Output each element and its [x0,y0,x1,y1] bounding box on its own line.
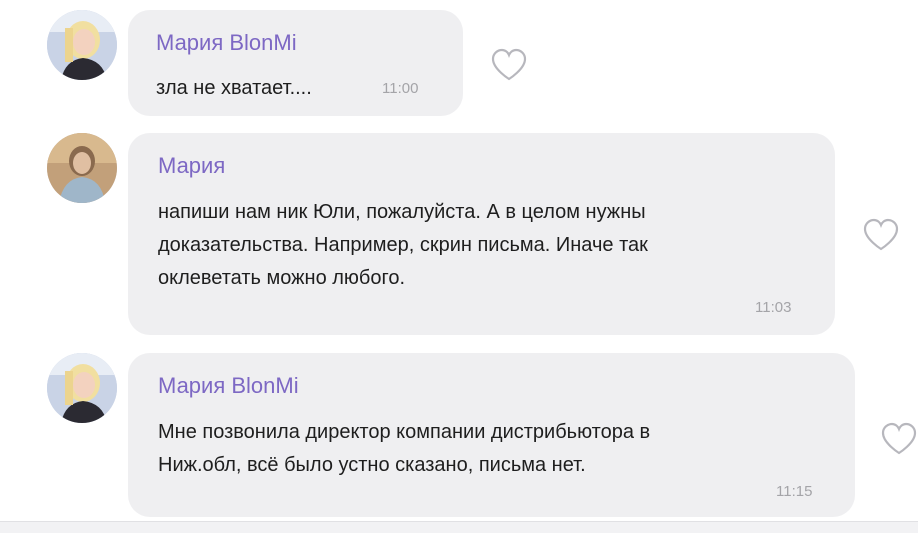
avatar[interactable] [47,133,117,203]
message-author[interactable]: Мария BlonMi [158,373,299,399]
message-author[interactable]: Мария [158,153,225,179]
heart-outline-icon [863,218,899,251]
avatar[interactable] [47,353,117,423]
heart-outline-icon [491,48,527,81]
message-bubble: Мария напиши нам ник Юли, пожалуйста. А … [128,133,835,335]
avatar-woman-photo-icon [47,133,117,203]
message-text: Мне позвонила директор компании дистрибь… [158,421,651,476]
like-button[interactable] [862,218,900,252]
message-time: 11:03 [755,299,792,316]
bottom-bar [0,521,918,533]
message-bubble: Мария BlonMi зла не хватает.... 11:00 [128,10,463,116]
avatar-blonde-woman-icon [47,353,117,423]
message-text: напиши нам ник Юли, пожалуйста. А в цело… [158,201,648,289]
message-time: 11:00 [382,80,419,97]
like-button[interactable] [490,48,528,82]
message-bubble: Мария BlonMi Мне позвонила директор комп… [128,353,855,517]
like-button[interactable] [880,422,918,456]
heart-outline-icon [881,422,917,455]
message-time: 11:15 [776,483,813,500]
avatar[interactable] [47,10,117,80]
message-text: зла не хватает.... [156,77,312,99]
avatar-blonde-woman-icon [47,10,117,80]
message-author[interactable]: Мария BlonMi [156,30,297,56]
